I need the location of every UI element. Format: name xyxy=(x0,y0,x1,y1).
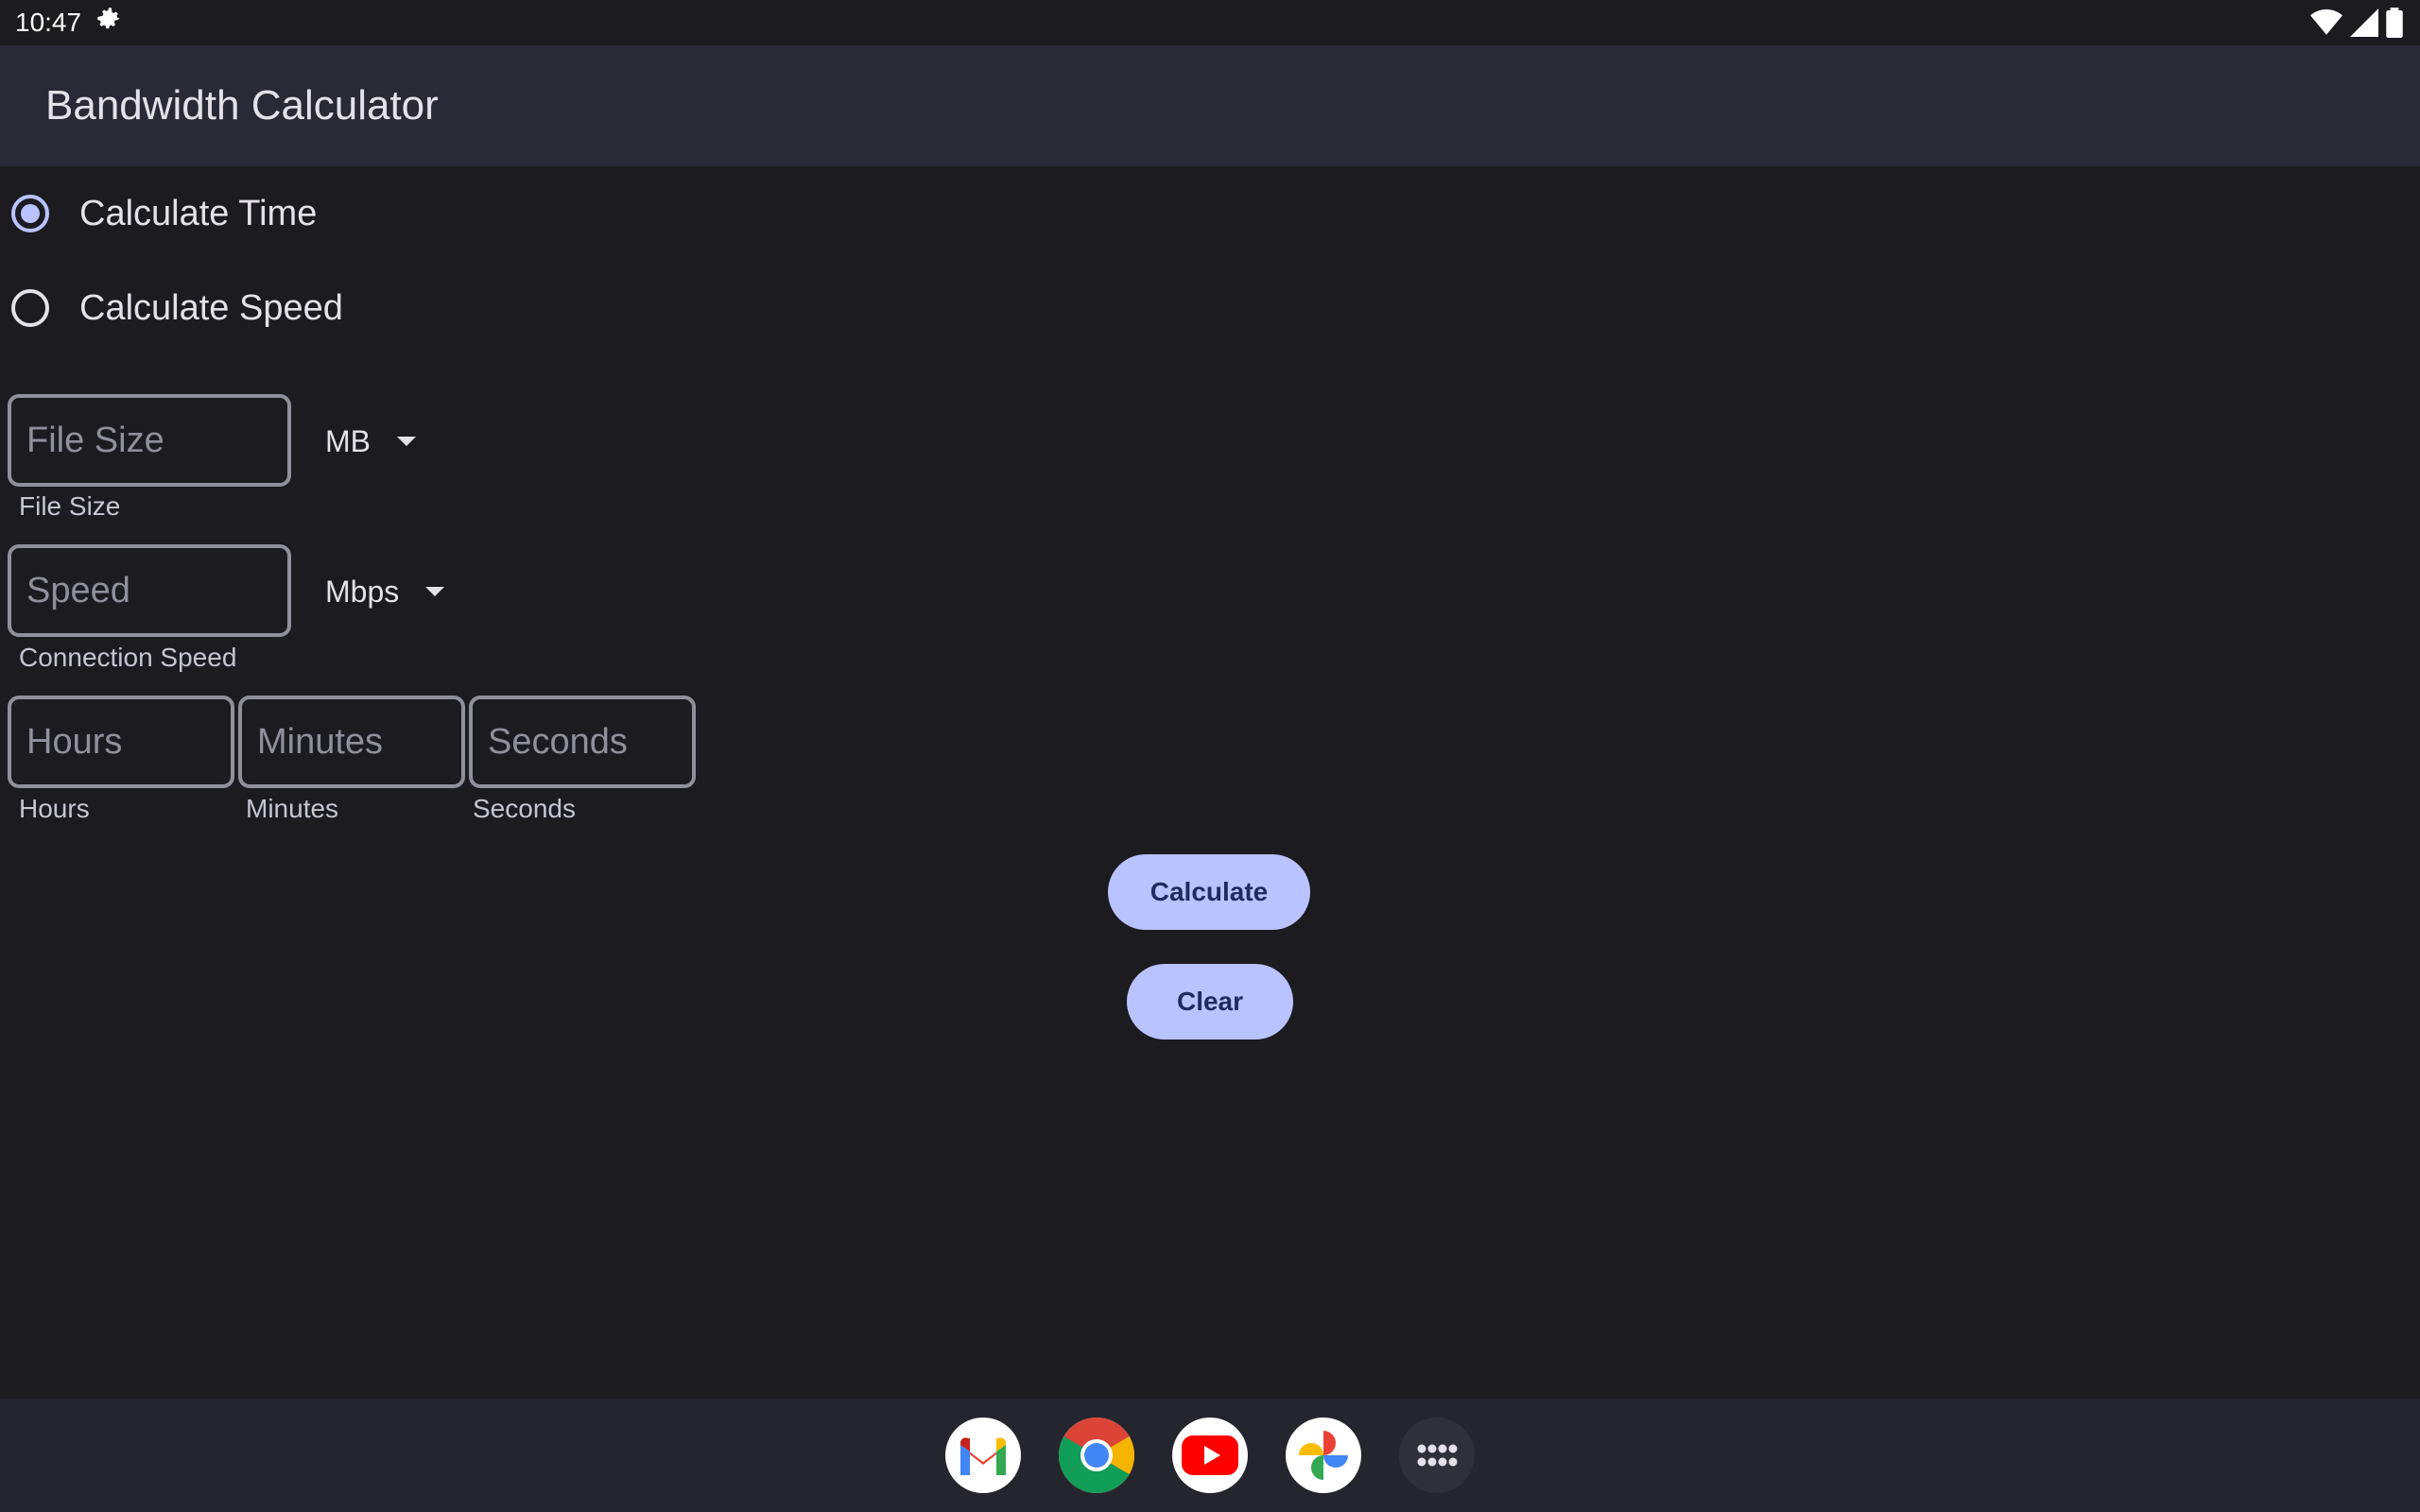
speed-helper: Connection Speed xyxy=(19,643,237,672)
file-size-unit-value: MB xyxy=(325,423,371,458)
file-size-field[interactable] xyxy=(8,394,291,487)
file-size-helper: File Size xyxy=(19,491,121,521)
clear-button[interactable]: Clear xyxy=(1127,964,1293,1040)
dropdown-arrow-icon xyxy=(397,437,416,446)
calculate-button[interactable]: Calculate xyxy=(1108,854,1310,930)
radio-button-checked[interactable] xyxy=(11,195,49,232)
minutes-field[interactable] xyxy=(238,696,465,788)
signal-icon xyxy=(2350,9,2378,43)
radio-calculate-speed[interactable]: Calculate Speed xyxy=(11,270,343,346)
youtube-icon[interactable] xyxy=(1172,1418,1248,1493)
status-time: 10:47 xyxy=(15,8,82,37)
taskbar xyxy=(0,1399,2420,1512)
battery-icon xyxy=(2386,8,2403,44)
gmail-icon[interactable] xyxy=(945,1418,1021,1493)
radio-calculate-time[interactable]: Calculate Time xyxy=(11,176,317,251)
hours-field[interactable] xyxy=(8,696,234,788)
hours-helper: Hours xyxy=(19,794,90,823)
wifi-icon xyxy=(2310,9,2342,43)
app-drawer-icon[interactable] xyxy=(1399,1418,1475,1493)
file-size-input[interactable] xyxy=(26,420,287,461)
seconds-input[interactable] xyxy=(488,721,692,763)
speed-unit-value: Mbps xyxy=(325,574,400,609)
settings-gear-icon xyxy=(93,4,125,43)
photos-icon[interactable] xyxy=(1286,1418,1361,1493)
speed-unit-dropdown[interactable]: Mbps xyxy=(325,554,445,629)
file-size-unit-dropdown[interactable]: MB xyxy=(325,404,416,479)
status-icons xyxy=(2310,8,2403,44)
app-bar: Bandwidth Calculator xyxy=(0,45,2420,166)
speed-input[interactable] xyxy=(26,570,287,611)
radio-label-calculate-speed: Calculate Speed xyxy=(79,287,343,328)
minutes-helper: Minutes xyxy=(246,794,339,823)
radio-label-calculate-time: Calculate Time xyxy=(79,193,318,233)
seconds-helper: Seconds xyxy=(473,794,576,823)
chrome-icon[interactable] xyxy=(1059,1418,1134,1493)
speed-field[interactable] xyxy=(8,544,291,637)
status-bar: 10:47 xyxy=(0,0,2420,45)
app-title: Bandwidth Calculator xyxy=(45,82,439,129)
hours-input[interactable] xyxy=(26,721,231,763)
seconds-field[interactable] xyxy=(469,696,696,788)
dropdown-arrow-icon xyxy=(425,587,445,596)
radio-button-unchecked[interactable] xyxy=(11,289,49,327)
minutes-input[interactable] xyxy=(257,721,461,763)
